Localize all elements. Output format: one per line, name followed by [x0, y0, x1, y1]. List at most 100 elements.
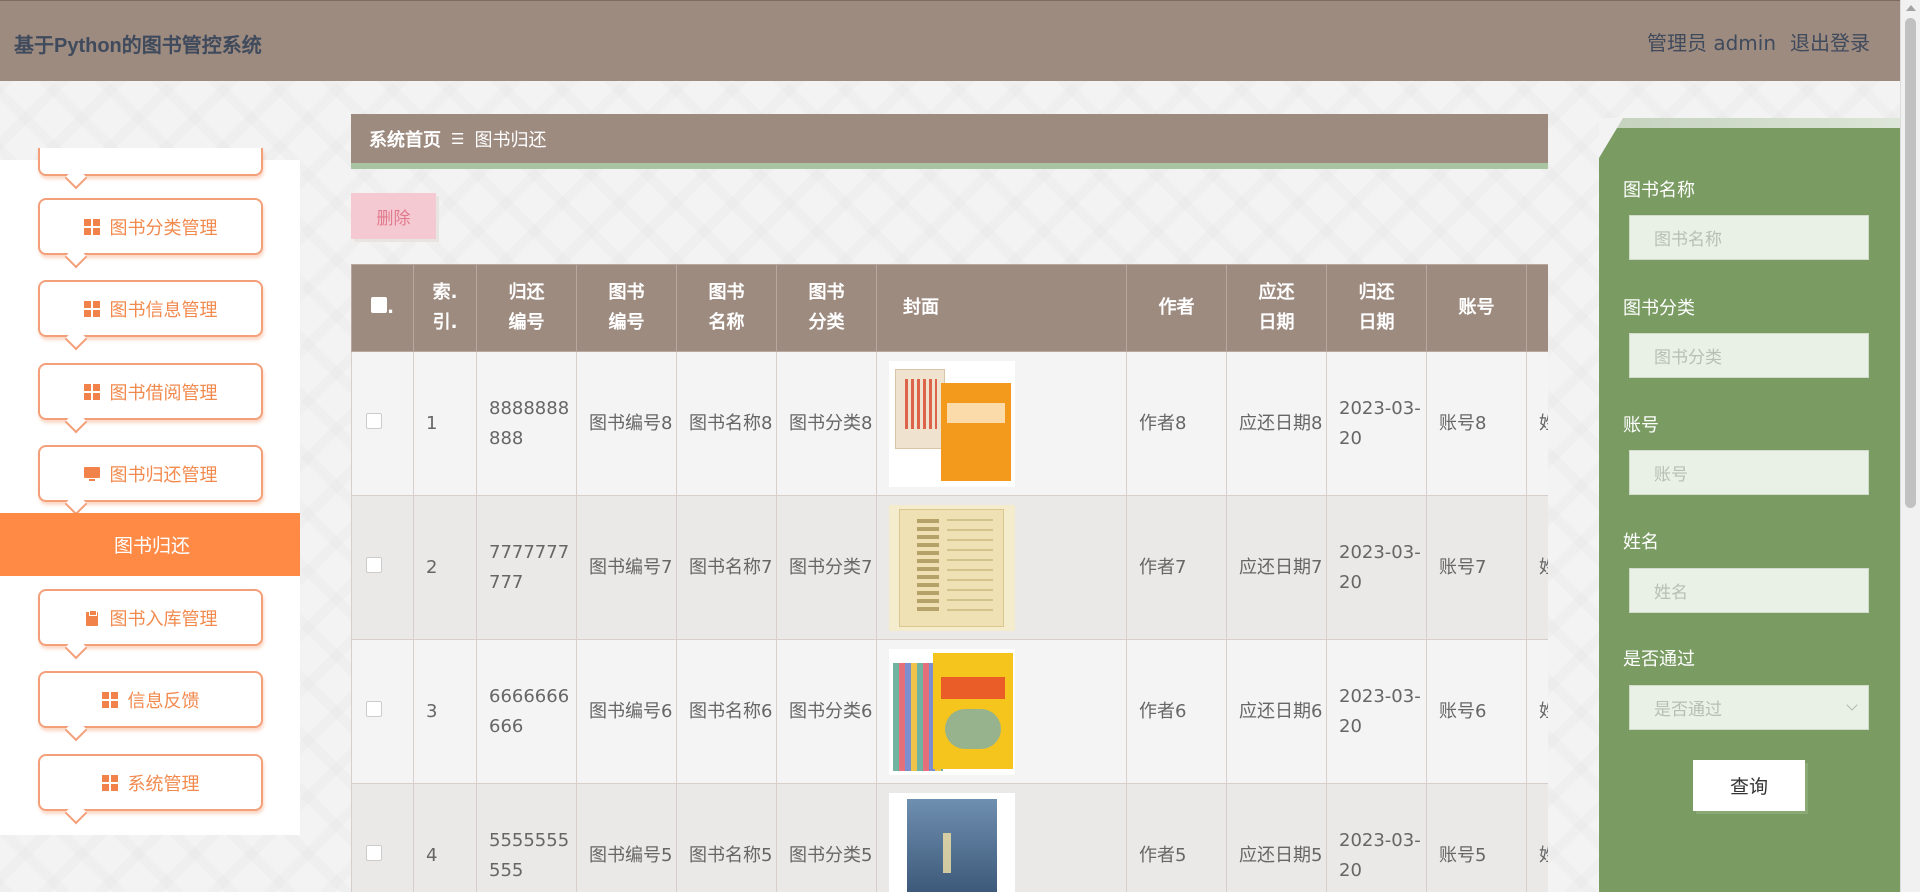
cell-book-name: 图书名称7 — [676, 495, 777, 640]
sidebar-item-book-stock[interactable]: 图书入库管理 — [38, 589, 263, 646]
table-row: 4 5555555555 图书编号5 图书名称5 图书分类5 作者5 应还日期5… — [351, 783, 1548, 892]
column-header-book-no[interactable]: 图书 编号 — [576, 264, 677, 352]
cell-name-partial: 姓 — [1526, 495, 1548, 640]
scrollbar-thumb[interactable] — [1905, 18, 1916, 508]
approved-label: 是否通过 — [1623, 649, 1695, 670]
cell-book-name: 图书名称8 — [676, 351, 777, 496]
book-category-input[interactable]: 图书分类 — [1629, 333, 1869, 378]
sidebar: 图书分类管理 图书信息管理 图书借阅管理 图书归还管理 图书归还 图书入库管理 … — [0, 148, 300, 835]
row-checkbox[interactable] — [366, 412, 382, 429]
cell-cover — [876, 351, 1127, 496]
cell-index: 4 — [413, 783, 477, 892]
cell-index: 2 — [413, 495, 477, 640]
book-cover-image[interactable] — [889, 648, 1015, 775]
cell-name-partial: 姓 — [1526, 351, 1548, 496]
cell-author: 作者8 — [1126, 351, 1227, 496]
column-header-index[interactable]: 索. 引. — [413, 264, 477, 352]
column-header-extra — [1526, 264, 1548, 352]
cell-book-no: 图书编号7 — [576, 495, 677, 640]
row-select-cell — [351, 351, 414, 496]
table-row: 1 8888888888 图书编号8 图书名称8 图书分类8 作者8 应还日期8… — [351, 351, 1548, 496]
grid-icon — [83, 300, 100, 317]
row-checkbox[interactable] — [366, 844, 382, 861]
delete-button[interactable]: 删除 — [351, 193, 436, 239]
sidebar-item-feedback[interactable]: 信息反馈 — [38, 671, 263, 728]
sidebar-item-label: 图书归还管理 — [109, 464, 218, 486]
column-header-account[interactable]: 账号 — [1426, 264, 1527, 352]
column-header-return-date[interactable]: 归还 日期 — [1326, 264, 1427, 352]
cell-account: 账号8 — [1426, 351, 1527, 496]
breadcrumb-current: 图书归还 — [474, 129, 547, 151]
column-header-due-date[interactable]: 应还 日期 — [1226, 264, 1327, 352]
select-all-header[interactable]: . — [351, 264, 414, 352]
return-table: . 索. 引. 归还 编号 图书 编号 图书 名称 图书 分类 封面 作者 应还 日期 归还… — [351, 264, 1548, 892]
cell-account: 账号5 — [1426, 783, 1527, 892]
sidebar-item-book-return[interactable]: 图书归还管理 — [38, 445, 263, 502]
row-select-cell — [351, 783, 414, 892]
cell-cover — [876, 639, 1127, 784]
account-input[interactable]: 账号 — [1629, 450, 1869, 495]
return-table-container: . 索. 引. 归还 编号 图书 编号 图书 名称 图书 分类 封面 作者 应还 日期 归还… — [351, 264, 1548, 892]
cell-due-date: 应还日期8 — [1226, 351, 1327, 496]
sidebar-item-system[interactable]: 系统管理 — [38, 754, 263, 811]
select-all-checkbox[interactable] — [371, 297, 388, 313]
book-name-input[interactable]: 图书名称 — [1629, 215, 1869, 260]
sidebar-item-label: 图书分类管理 — [109, 217, 218, 239]
name-input[interactable]: 姓名 — [1629, 568, 1869, 613]
cell-author: 作者6 — [1126, 639, 1227, 784]
book-cover-image[interactable] — [889, 792, 1015, 892]
cell-book-category: 图书分类8 — [776, 351, 877, 496]
sidebar-item-book-category[interactable]: 图书分类管理 — [38, 198, 263, 255]
approved-select[interactable]: 是否通过 — [1629, 685, 1869, 730]
cell-book-name: 图书名称6 — [676, 639, 777, 784]
sidebar-item-partial-top[interactable] — [38, 148, 263, 176]
cell-book-no: 图书编号5 — [576, 783, 677, 892]
admin-user-label[interactable]: 管理员 admin — [1647, 27, 1776, 56]
header-user-area: 管理员 admin 退出登录 — [1647, 27, 1870, 56]
book-cover-image[interactable] — [889, 360, 1015, 487]
sidebar-item-label: 信息反馈 — [127, 690, 200, 712]
cell-book-name: 图书名称5 — [676, 783, 777, 892]
column-header-return-no[interactable]: 归还 编号 — [476, 264, 577, 352]
row-checkbox[interactable] — [366, 556, 382, 573]
cell-due-date: 应还日期5 — [1226, 783, 1327, 892]
cell-due-date: 应还日期7 — [1226, 495, 1327, 640]
breadcrumb-home[interactable]: 系统首页 — [369, 126, 441, 152]
account-label: 账号 — [1623, 415, 1659, 436]
page-scrollbar[interactable] — [1900, 0, 1920, 892]
cell-return-no: 8888888888 — [476, 351, 577, 496]
sidebar-subitem-book-return[interactable]: 图书归还 — [0, 513, 300, 576]
cell-return-date: 2023-03-20 — [1326, 783, 1427, 892]
sidebar-item-label: 系统管理 — [127, 773, 200, 795]
cell-index: 3 — [413, 639, 477, 784]
sidebar-item-book-info[interactable]: 图书信息管理 — [38, 280, 263, 337]
cell-return-date: 2023-03-20 — [1326, 495, 1427, 640]
logout-link[interactable]: 退出登录 — [1790, 27, 1870, 56]
sidebar-item-label: 图书入库管理 — [109, 608, 218, 630]
cell-return-no: 5555555555 — [476, 783, 577, 892]
monitor-icon — [83, 466, 100, 482]
cell-cover — [876, 495, 1127, 640]
cell-author: 作者7 — [1126, 495, 1227, 640]
sidebar-item-book-borrow[interactable]: 图书借阅管理 — [38, 363, 263, 420]
grid-icon — [101, 691, 118, 708]
cell-return-date: 2023-03-20 — [1326, 639, 1427, 784]
breadcrumb-separator-icon: ☰ — [451, 129, 465, 148]
row-select-cell — [351, 639, 414, 784]
cell-name-partial: 姓 — [1526, 639, 1548, 784]
row-select-cell — [351, 495, 414, 640]
column-header-cover[interactable]: 封面 — [876, 264, 1127, 352]
scroll-up-arrow-icon[interactable] — [1906, 5, 1916, 11]
book-category-label: 图书分类 — [1623, 298, 1695, 319]
book-cover-image[interactable] — [889, 504, 1015, 631]
table-row: 2 7777777777 图书编号7 图书名称7 图书分类7 作者7 应还日期7… — [351, 495, 1548, 640]
table-header-row: . 索. 引. 归还 编号 图书 编号 图书 名称 图书 分类 封面 作者 应还 日期 归还… — [351, 264, 1548, 352]
column-header-book-category[interactable]: 图书 分类 — [776, 264, 877, 352]
row-checkbox[interactable] — [366, 700, 382, 717]
grid-icon — [101, 774, 118, 791]
column-header-book-name[interactable]: 图书 名称 — [676, 264, 777, 352]
query-button[interactable]: 查询 — [1693, 760, 1805, 811]
sidebar-item-label: 图书信息管理 — [109, 299, 218, 321]
column-header-author[interactable]: 作者 — [1126, 264, 1227, 352]
cell-cover — [876, 783, 1127, 892]
